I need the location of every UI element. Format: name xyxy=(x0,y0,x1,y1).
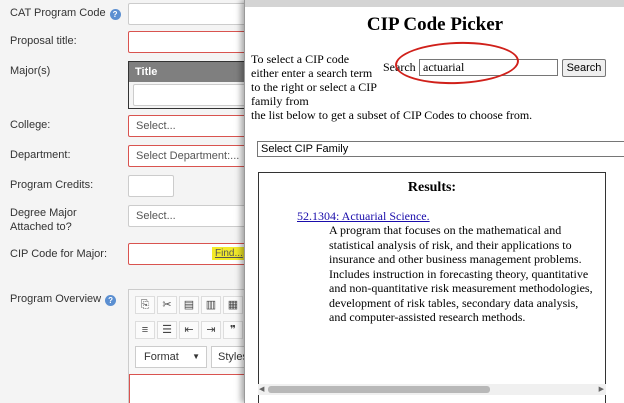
result-description: A program that focuses on the mathematic… xyxy=(329,223,593,324)
proposal-title-label: Proposal title: xyxy=(10,35,77,47)
paste-text-icon[interactable]: ▥ xyxy=(201,296,221,314)
cat-program-code-label: CAT Program Code? xyxy=(10,6,121,20)
proposal-title-input[interactable] xyxy=(128,31,248,53)
format-dropdown[interactable]: Format ▼ xyxy=(135,346,207,368)
department-select[interactable]: Select Department:... xyxy=(128,145,248,167)
paste-word-icon[interactable]: ▦ xyxy=(223,296,243,314)
scrollbar-thumb[interactable] xyxy=(268,386,490,393)
outdent-icon[interactable]: ⇤ xyxy=(179,321,199,339)
degree-major-label: Degree Major Attached to? xyxy=(10,207,77,233)
rich-text-editor: ⎘ ✂ ▤ ▥ ▦ ≡ ☰ ⇤ ⇥ ❞ Format ▼ Styles xyxy=(128,289,251,403)
cip-code-picker-window: CIP Code Picker To select a CIP code eit… xyxy=(244,0,624,403)
popup-title: CIP Code Picker xyxy=(366,14,504,35)
cip-code-label: CIP Code for Major: xyxy=(10,248,108,260)
result-link[interactable]: 52.1304: Actuarial Science. xyxy=(297,209,430,224)
indent-icon[interactable]: ⇥ xyxy=(201,321,221,339)
majors-table xyxy=(128,61,250,109)
program-credits-input[interactable] xyxy=(128,175,174,197)
instructions-text: To select a CIP code either enter a sear… xyxy=(251,52,377,108)
cat-program-code-input[interactable] xyxy=(128,3,248,25)
majors-label: Major(s) xyxy=(10,65,51,77)
cip-family-select[interactable]: Select CIP Family xyxy=(257,141,624,157)
department-label: Department: xyxy=(10,149,71,161)
editor-text-area[interactable] xyxy=(129,374,249,403)
instructions-text-continued: the list below to get a subset of CIP Co… xyxy=(251,108,533,122)
college-select[interactable]: Select... xyxy=(128,115,248,137)
scroll-left-icon[interactable]: ◀ xyxy=(259,384,264,395)
horizontal-scrollbar[interactable]: ◀ ▶ xyxy=(258,384,606,395)
program-overview-label: Program Overview? xyxy=(10,292,117,306)
paste-icon[interactable]: ▤ xyxy=(179,296,199,314)
window-title-bar xyxy=(245,0,624,7)
numbered-list-icon[interactable]: ≡ xyxy=(135,321,155,339)
blockquote-icon[interactable]: ❞ xyxy=(223,321,243,339)
annotation-circle xyxy=(394,39,520,87)
program-credits-label: Program Credits: xyxy=(10,179,94,191)
bulleted-list-icon[interactable]: ☰ xyxy=(157,321,177,339)
cut-icon[interactable]: ✂ xyxy=(157,296,177,314)
search-button[interactable]: Search xyxy=(562,59,606,77)
scroll-right-icon[interactable]: ▶ xyxy=(599,384,604,395)
results-heading: Results: xyxy=(407,180,457,195)
copy-icon[interactable]: ⎘ xyxy=(135,296,155,314)
college-label: College: xyxy=(10,119,51,131)
degree-major-select[interactable]: Select... xyxy=(128,205,248,227)
help-icon[interactable]: ? xyxy=(109,9,121,20)
results-panel: Results: 52.1304: Actuarial Science. A p… xyxy=(258,172,606,403)
help-icon[interactable]: ? xyxy=(105,295,117,306)
chevron-down-icon: ▼ xyxy=(192,352,200,361)
find-link[interactable]: Find... xyxy=(212,247,246,260)
